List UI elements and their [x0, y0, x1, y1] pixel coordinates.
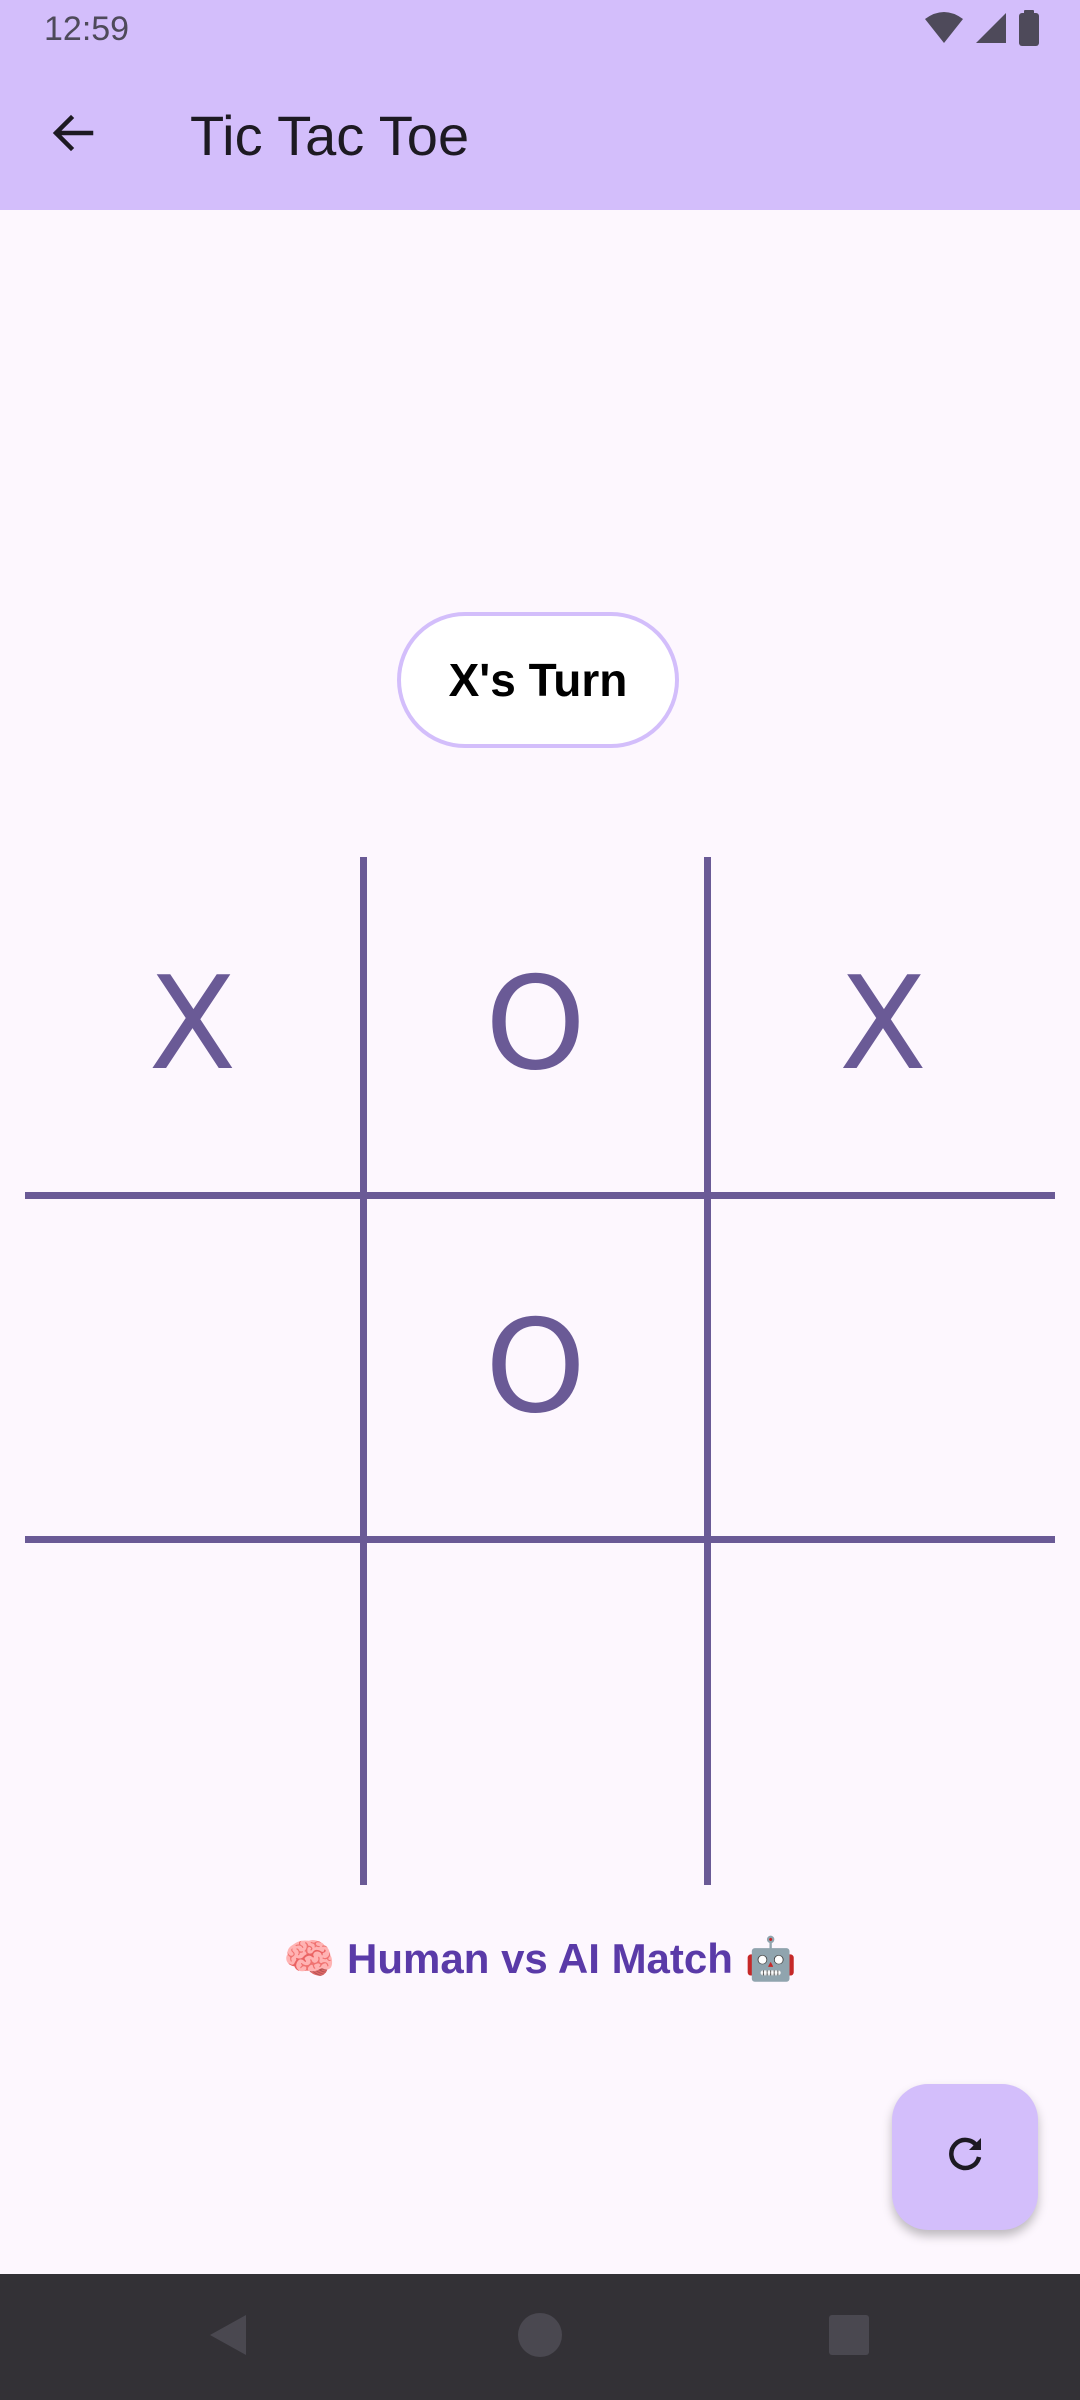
- back-button[interactable]: [38, 103, 108, 167]
- game-board: X O X O: [25, 857, 1055, 1885]
- nav-back-icon: [206, 2311, 250, 2364]
- board-cell-7[interactable]: [25, 1543, 360, 1885]
- refresh-icon: [941, 2131, 989, 2184]
- status-bar: 12:59: [0, 0, 1080, 60]
- grid-line-horizontal-2: [25, 1536, 1055, 1543]
- status-time: 12:59: [44, 10, 130, 48]
- nav-recents-button[interactable]: [789, 2274, 909, 2400]
- arrow-back-icon: [49, 109, 97, 162]
- board-cell-3[interactable]: X: [711, 857, 1055, 1192]
- match-label: 🧠 Human vs AI Match 🤖: [283, 1935, 797, 1982]
- signal-icon: [974, 11, 1008, 50]
- nav-back-button[interactable]: [168, 2274, 288, 2400]
- board-cell-2[interactable]: O: [367, 857, 704, 1192]
- nav-recents-icon: [829, 2314, 869, 2360]
- system-nav-bar: [0, 2274, 1080, 2400]
- battery-icon: [1018, 9, 1040, 51]
- board-cell-1[interactable]: X: [25, 857, 360, 1192]
- nav-home-button[interactable]: [480, 2274, 600, 2400]
- board-cell-8[interactable]: [367, 1543, 704, 1885]
- board-cell-9[interactable]: [711, 1543, 1055, 1885]
- grid-line-horizontal-1: [25, 1192, 1055, 1199]
- grid-line-vertical-1: [360, 857, 367, 1885]
- grid-line-vertical-2: [704, 857, 711, 1885]
- board-cell-4[interactable]: [25, 1199, 360, 1536]
- status-icons: [924, 9, 1040, 51]
- reset-button[interactable]: [892, 2084, 1038, 2230]
- board-cell-5[interactable]: O: [367, 1199, 704, 1536]
- nav-home-icon: [517, 2312, 563, 2363]
- app-bar: Tic Tac Toe: [0, 60, 1080, 210]
- wifi-icon: [924, 11, 964, 50]
- board-cell-6[interactable]: [711, 1199, 1055, 1536]
- turn-indicator: X's Turn: [397, 612, 679, 748]
- page-title: Tic Tac Toe: [190, 104, 470, 167]
